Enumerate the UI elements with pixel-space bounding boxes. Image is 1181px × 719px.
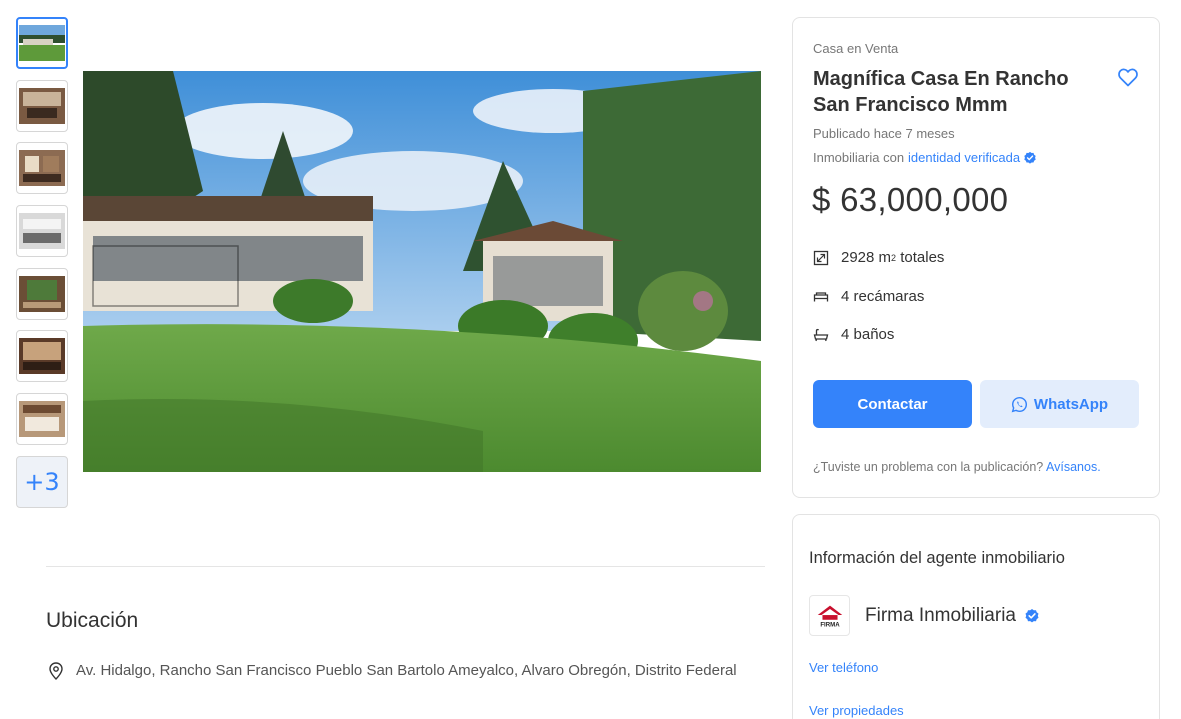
- report-problem-text: ¿Tuviste un problema con la publicación?: [813, 460, 1044, 474]
- more-photos-thumbnail[interactable]: +3: [16, 455, 68, 508]
- thumbnail-7[interactable]: [16, 393, 68, 446]
- agent-section-title: Información del agente inmobiliario: [809, 549, 1065, 567]
- listing-category: Casa en Venta: [813, 41, 899, 56]
- whatsapp-icon: [1011, 396, 1027, 412]
- thumbnail-6[interactable]: [16, 330, 68, 383]
- bed-icon: [813, 291, 829, 301]
- agent-name[interactable]: Firma Inmobiliaria: [865, 605, 1016, 627]
- agent-row: FIRMA Firma Inmobiliaria: [809, 595, 1040, 636]
- agent-logo[interactable]: FIRMA: [809, 595, 850, 636]
- contact-button[interactable]: Contactar: [813, 380, 972, 428]
- feature-bathrooms: 4 baños: [813, 326, 894, 343]
- agent-card: Información del agente inmobiliario FIRM…: [792, 514, 1160, 719]
- location-title: Ubicación: [46, 609, 139, 632]
- agent-logo-text: FIRMA: [820, 621, 840, 628]
- whatsapp-label: WhatsApp: [1033, 395, 1109, 413]
- area-icon: [813, 250, 829, 265]
- price: $ 63,000,000: [812, 181, 1009, 218]
- feature-area: 2928 m2 totales: [813, 249, 944, 266]
- bedrooms-value: 4 recámaras: [841, 288, 925, 305]
- thumbnail-1[interactable]: [16, 17, 68, 69]
- thumbnail-4[interactable]: [16, 205, 68, 258]
- thumbnail-2[interactable]: [16, 79, 68, 132]
- feature-bedrooms: 4 recámaras: [813, 288, 924, 305]
- bath-icon: [813, 328, 829, 341]
- agency-prefix: Inmobiliaria con: [813, 150, 905, 165]
- area-suffix: totales: [896, 249, 945, 266]
- verified-badge-icon: [1025, 608, 1039, 622]
- bathrooms-value: 4 baños: [841, 326, 895, 343]
- more-photos-count: +3: [24, 467, 60, 496]
- listing-title: Magnífica Casa En Rancho San Francisco M…: [813, 68, 1069, 116]
- report-problem: ¿Tuviste un problema con la publicación?…: [813, 460, 1101, 474]
- verified-badge-icon: [1024, 151, 1036, 164]
- thumbnail-5[interactable]: [16, 267, 68, 320]
- view-properties-link[interactable]: Ver propiedades: [809, 703, 904, 718]
- whatsapp-button[interactable]: WhatsApp: [980, 380, 1139, 428]
- area-value: 2928 m: [841, 249, 892, 266]
- thumbnail-3[interactable]: [16, 142, 68, 195]
- verified-identity-link[interactable]: identidad verificada: [908, 150, 1020, 165]
- view-phone-link[interactable]: Ver teléfono: [809, 660, 878, 675]
- published-date: Publicado hace 7 meses: [813, 126, 955, 141]
- listing-card: Casa en Venta Magnífica Casa En Rancho S…: [792, 17, 1160, 498]
- address-text: Av. Hidalgo, Rancho San Francisco Pueblo…: [76, 662, 737, 679]
- section-divider: [46, 566, 765, 567]
- report-problem-link[interactable]: Avísanos.: [1046, 460, 1101, 474]
- heart-icon[interactable]: [1116, 65, 1140, 89]
- location-row: Av. Hidalgo, Rancho San Francisco Pueblo…: [46, 660, 746, 681]
- agency-verification: Inmobiliaria con identidad verificada: [813, 150, 1037, 165]
- main-photo[interactable]: [83, 71, 761, 472]
- thumbnail-strip: +3: [16, 17, 68, 519]
- location-pin-icon: [49, 662, 63, 680]
